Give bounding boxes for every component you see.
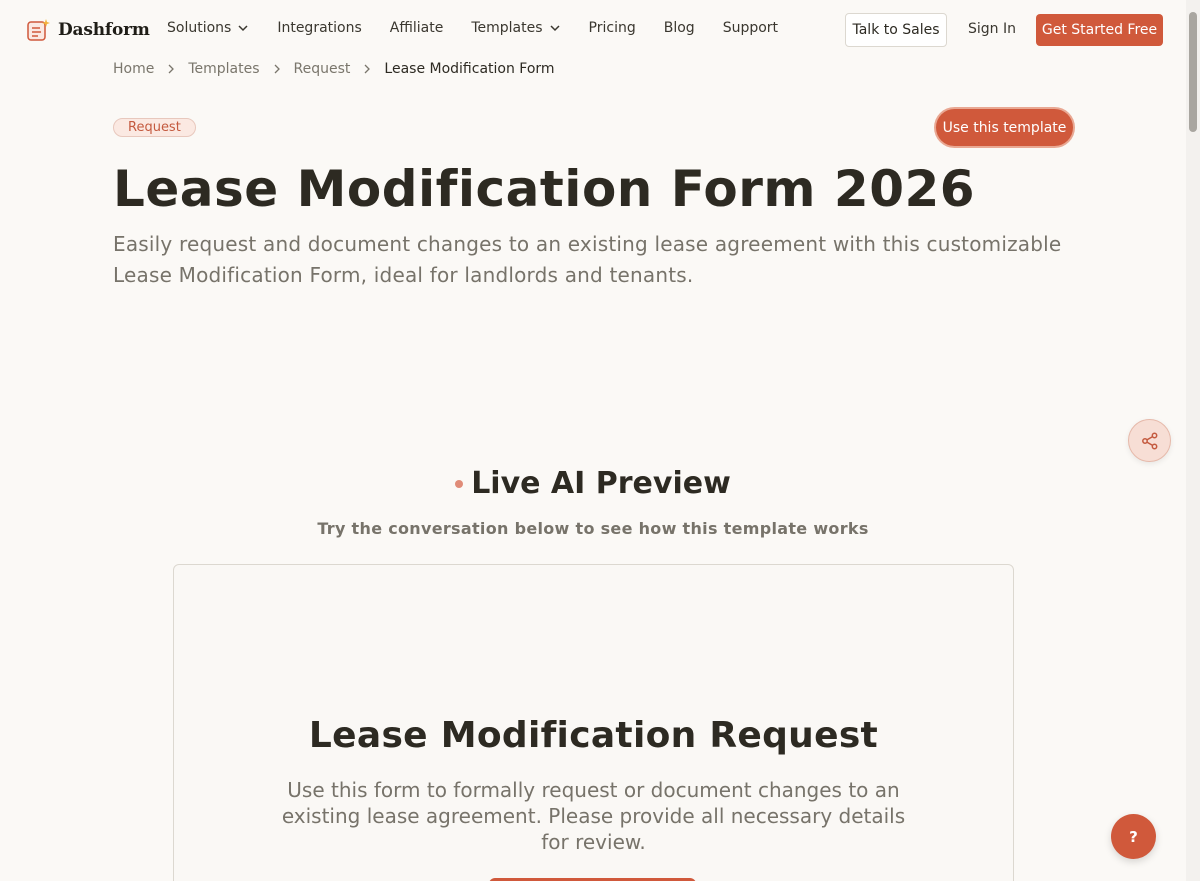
talk-to-sales-button[interactable]: Talk to Sales [845,13,947,47]
chevron-down-icon [238,25,248,32]
nav-affiliate[interactable]: Affiliate [390,20,444,36]
breadcrumb-current: Lease Modification Form [384,61,555,77]
nav-pricing-label: Pricing [588,20,636,36]
nav-links: Solutions Integrations Affiliate Templat… [167,20,778,36]
page-title: Lease Modification Form 2026 [113,160,976,218]
help-button[interactable]: ? [1111,814,1156,859]
preview-title: Live AI Preview [471,466,731,501]
share-button[interactable] [1128,419,1171,462]
breadcrumb: Home Templates Request Lease Modificatio… [113,61,555,77]
nav-templates-label: Templates [471,20,543,36]
category-tag[interactable]: Request [113,118,196,137]
nav-support-label: Support [722,20,779,36]
preview-subtitle: Try the conversation below to see how th… [317,519,869,538]
form-title: Lease Modification Request [308,715,879,756]
chevron-right-icon [168,64,175,74]
nav-blog[interactable]: Blog [664,20,695,36]
nav-blog-label: Blog [663,20,695,36]
scrollbar[interactable] [1186,0,1200,881]
brand-name: Dashform [58,20,150,40]
top-nav: Dashform Solutions Integrations Affiliat… [0,0,1186,60]
bullet-dot-icon [455,479,464,488]
nav-templates[interactable]: Templates [471,20,560,36]
nav-integrations[interactable]: Integrations [277,20,361,36]
chevron-down-icon [550,25,560,32]
use-template-button[interactable]: Use this template [936,109,1073,146]
form-description: Use this form to formally request or doc… [281,778,906,854]
preview-heading: Live AI Preview [0,466,1186,501]
nav-support[interactable]: Support [723,20,778,36]
nav-pricing[interactable]: Pricing [589,20,636,36]
nav-solutions[interactable]: Solutions [167,20,249,36]
breadcrumb-home[interactable]: Home [113,61,154,77]
logo-icon [27,19,50,41]
get-started-button[interactable]: Get Started Free [1036,14,1163,46]
nav-integrations-label: Integrations [277,20,362,36]
breadcrumb-request[interactable]: Request [294,61,351,77]
nav-affiliate-label: Affiliate [389,20,444,36]
breadcrumb-templates[interactable]: Templates [188,61,259,77]
nav-solutions-label: Solutions [167,20,232,36]
sign-in-link[interactable]: Sign In [968,21,1016,37]
page-description: Easily request and document changes to a… [113,232,1062,287]
chevron-right-icon [364,64,371,74]
share-icon [1141,432,1157,449]
brand-logo[interactable]: Dashform [26,18,150,42]
chevron-right-icon [274,64,280,74]
scrollbar-thumb[interactable] [1189,12,1197,132]
preview-card: Lease Modification Request Use this form… [173,564,1014,881]
